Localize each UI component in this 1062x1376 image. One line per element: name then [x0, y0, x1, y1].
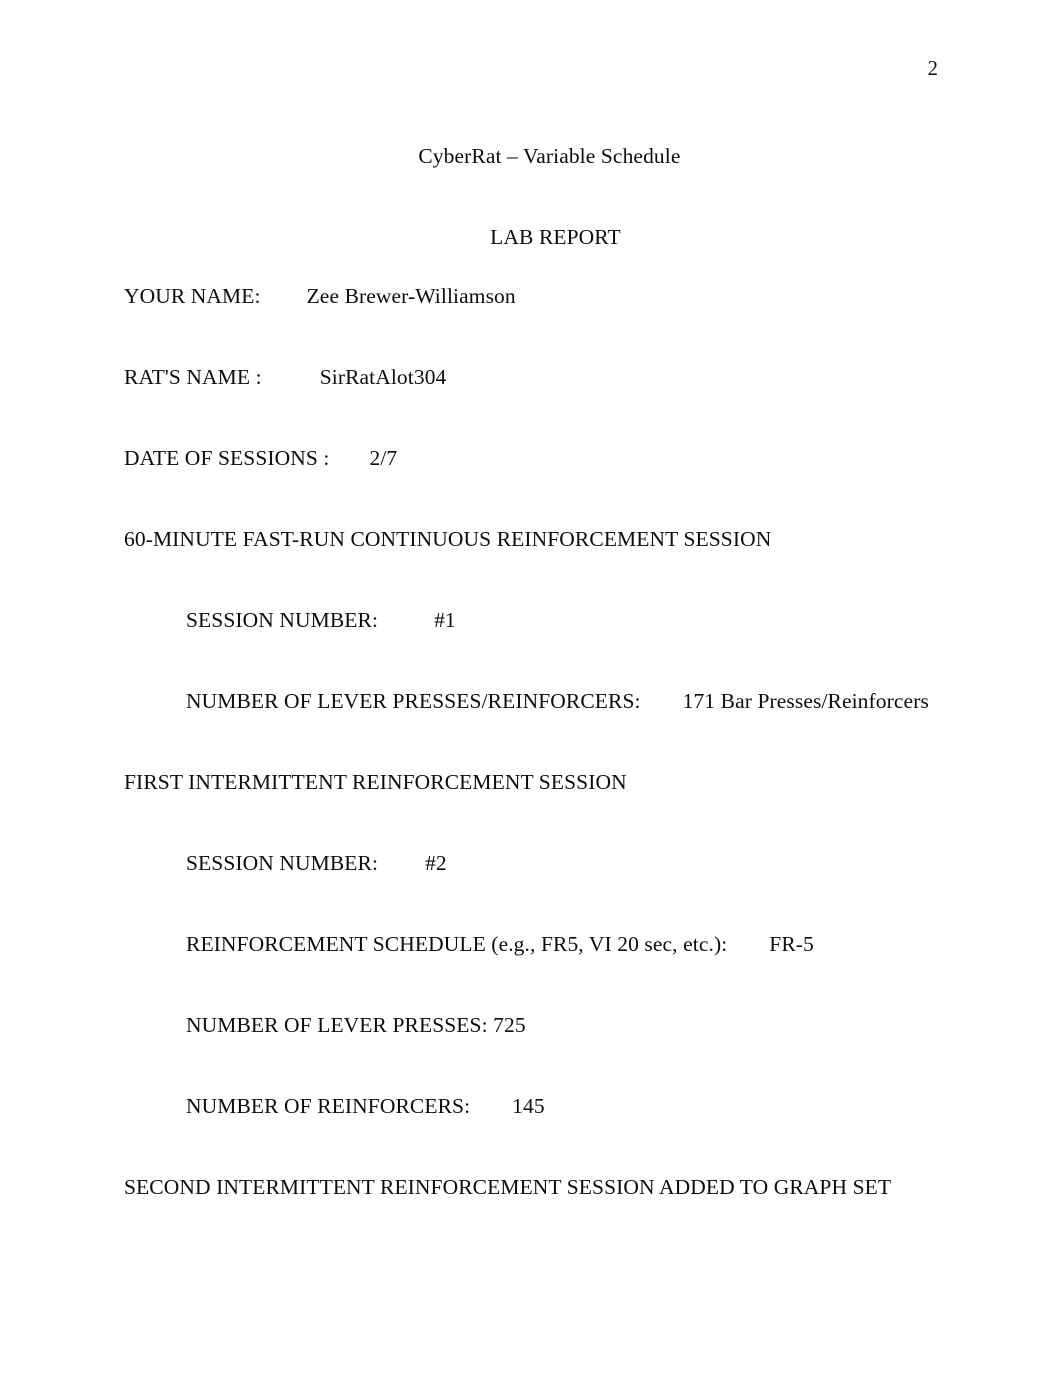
date-of-sessions-row: DATE OF SESSIONS : 2/7: [124, 446, 938, 474]
section-one-session-number-label: SESSION NUMBER:: [186, 608, 379, 632]
section-two-session-number-value: #2: [425, 851, 447, 875]
section-two-reinforcers-label: NUMBER OF REINFORCERS:: [186, 1094, 471, 1118]
rats-name-value: SirRatAlot304: [319, 365, 447, 389]
your-name-value: Zee Brewer-Williamson: [306, 284, 516, 308]
section-two-reinforcers-row: NUMBER OF REINFORCERS: 145: [124, 1094, 938, 1122]
section-one-heading-text: 60-MINUTE FAST-RUN CONTINUOUS REINFORCEM…: [124, 527, 772, 551]
document-subtitle-text: LAB REPORT: [490, 224, 621, 249]
document-title: CyberRat – Variable Schedule: [124, 124, 938, 167]
date-of-sessions-label: DATE OF SESSIONS :: [124, 446, 330, 470]
section-two-schedule-label: REINFORCEMENT SCHEDULE (e.g., FR5, VI 20…: [186, 932, 728, 956]
section-two-session-number-row: SESSION NUMBER: #2: [124, 851, 938, 879]
section-three-heading-text: SECOND INTERMITTENT REINFORCEMENT SESSIO…: [124, 1175, 892, 1199]
section-two-heading-text: FIRST INTERMITTENT REINFORCEMENT SESSION: [124, 770, 627, 794]
section-one-presses-row: NUMBER OF LEVER PRESSES/REINFORCERS: 171 …: [124, 689, 938, 717]
document-page: 2 CyberRat – Variable Schedule LAB REPOR…: [0, 0, 1062, 1376]
rats-name-label: RAT'S NAME :: [124, 365, 262, 389]
page-number: 2: [927, 56, 939, 80]
document-body: CyberRat – Variable Schedule LAB REPORT …: [124, 124, 938, 1203]
section-two-schedule-value: FR-5: [769, 932, 814, 956]
section-two-reinforcers-value: 145: [512, 1094, 545, 1118]
section-two-lever-presses-row: NUMBER OF LEVER PRESSES: 725: [124, 1013, 938, 1041]
section-three-heading: SECOND INTERMITTENT REINFORCEMENT SESSIO…: [124, 1175, 938, 1203]
your-name-label: YOUR NAME:: [124, 284, 261, 308]
section-one-heading: 60-MINUTE FAST-RUN CONTINUOUS REINFORCEM…: [124, 527, 938, 555]
section-one-presses-value: 171 Bar Presses/Reinforcers: [682, 689, 929, 713]
section-two-lever-presses-text: NUMBER OF LEVER PRESSES: 725: [186, 1013, 526, 1037]
document-subtitle: LAB REPORT: [124, 205, 938, 248]
section-one-session-number-value: #1: [434, 608, 456, 632]
rats-name-row: RAT'S NAME : SirRatAlot304: [124, 365, 938, 393]
section-one-session-number-row: SESSION NUMBER: #1: [124, 608, 938, 636]
your-name-row: YOUR NAME: Zee Brewer-Williamson: [124, 284, 938, 312]
document-title-text: CyberRat – Variable Schedule: [418, 143, 681, 168]
section-two-heading: FIRST INTERMITTENT REINFORCEMENT SESSION: [124, 770, 938, 798]
section-two-schedule-row: REINFORCEMENT SCHEDULE (e.g., FR5, VI 20…: [124, 932, 938, 960]
section-two-session-number-label: SESSION NUMBER:: [186, 851, 379, 875]
date-of-sessions-value: 2/7: [369, 446, 398, 470]
section-one-presses-label: NUMBER OF LEVER PRESSES/REINFORCERS:: [186, 689, 641, 713]
